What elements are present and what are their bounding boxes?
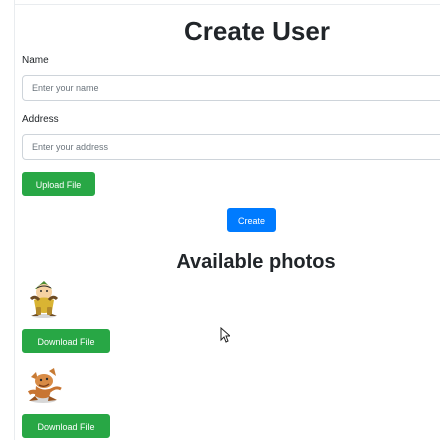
download-file-button[interactable]: Download File (22, 329, 110, 353)
address-label: Address (22, 114, 59, 125)
upload-file-button[interactable]: Upload File (22, 172, 95, 196)
left-border (14, 0, 15, 440)
mouse-cursor-icon (220, 326, 232, 343)
download-file-button[interactable]: Download File (22, 414, 110, 438)
available-photos-heading: Available photos (176, 251, 336, 273)
name-input[interactable] (22, 75, 440, 101)
address-input[interactable] (22, 134, 440, 160)
top-border (14, 4, 440, 5)
mouse-photo-icon (23, 366, 65, 406)
create-button[interactable]: Create (227, 208, 276, 232)
dwarf-photo-icon (23, 280, 65, 320)
page-title: Create User (184, 16, 330, 46)
name-label: Name (22, 55, 49, 66)
create-user-page: Create User Name Address Upload File Cre… (0, 0, 440, 440)
